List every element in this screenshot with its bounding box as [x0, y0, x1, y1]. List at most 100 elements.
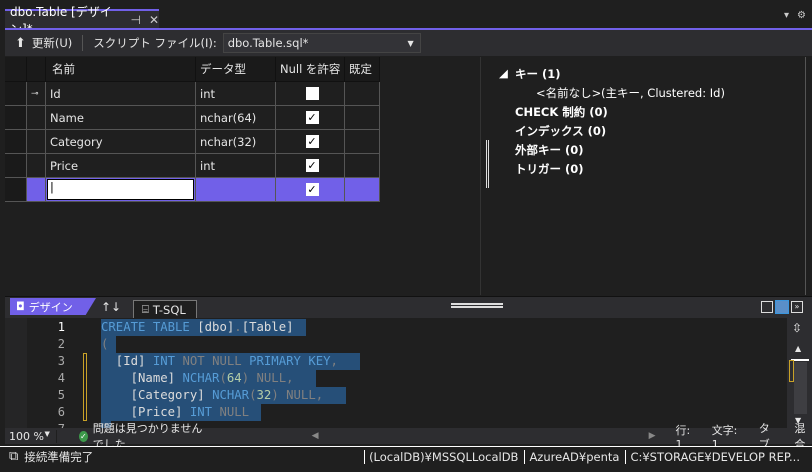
chevron-down-icon: ▼ — [407, 38, 414, 48]
chevron-down-icon[interactable]: ▾ — [784, 10, 789, 21]
editor-status-bar: 100 % ▼ ✓ 問題は見つかりませんでした ◀ ▶ 行: 1 文字: 1 タブ… — [5, 422, 812, 451]
column-name-cell[interactable]: Id — [46, 82, 196, 106]
refresh-icon[interactable]: ⬆ — [15, 36, 26, 51]
vertical-split-icon[interactable] — [761, 301, 773, 313]
select-all-corner[interactable] — [5, 57, 27, 82]
data-type-cell[interactable]: int — [196, 154, 276, 178]
pane-splitter[interactable]: » — [5, 296, 812, 318]
column-name-cell[interactable]: Category — [46, 130, 196, 154]
data-type: int — [200, 86, 215, 101]
toolbar-separator — [82, 35, 84, 51]
tab-design[interactable]: ◘ デザイン — [10, 298, 96, 315]
designer-toolbar: ⬆ 更新(U) スクリプト ファイル(I): dbo.Table.sql* ▼ — [5, 30, 812, 56]
change-marker — [789, 360, 794, 382]
tree-foreign-keys[interactable]: 外部キー (0) — [515, 142, 584, 158]
code-line: ( — [101, 336, 116, 353]
allow-null-checkbox[interactable]: ✓ — [305, 183, 319, 196]
status-bar: ⧉ 接続準備完了 (LocalDB)¥MSSQLLocalDB AzureAD¥… — [0, 446, 812, 466]
tab-tsql[interactable]: ⌸ T-SQL — [133, 300, 197, 318]
tree-keys[interactable]: キー (1) — [515, 66, 561, 82]
script-file-select[interactable]: dbo.Table.sql* ▼ — [222, 33, 421, 53]
default-cell[interactable] — [345, 82, 380, 106]
allow-null-checkbox[interactable] — [305, 87, 319, 100]
scroll-right-icon[interactable]: ▶ — [649, 431, 656, 441]
default-cell[interactable] — [345, 130, 380, 154]
swap-panes-button[interactable]: ↑↓ — [101, 300, 121, 314]
data-type-cell[interactable] — [196, 178, 276, 202]
header-nullable[interactable]: Null を許容 — [276, 57, 345, 82]
check-circle-icon: ✓ — [78, 430, 88, 442]
column-name: Price — [50, 158, 79, 173]
default-cell[interactable] — [345, 106, 380, 130]
close-icon[interactable]: ✕ — [149, 13, 159, 27]
data-type: int — [200, 158, 215, 173]
header-name[interactable]: 名前 — [46, 57, 196, 82]
pin-icon[interactable]: ⊣ — [130, 13, 140, 27]
zoom-select[interactable]: 100 % ▼ — [5, 429, 57, 443]
allow-null-checkbox[interactable]: ✓ — [305, 111, 319, 124]
line-number: 1 — [57, 320, 65, 334]
resize-handle[interactable] — [486, 140, 489, 188]
data-type-cell[interactable]: int — [196, 82, 276, 106]
data-type-cell[interactable]: nchar(64) — [196, 106, 276, 130]
tab-design-label: デザイン — [28, 300, 73, 314]
panel-border — [805, 57, 806, 295]
key-icon: ⊸ — [27, 82, 46, 106]
column-name: Category — [50, 134, 103, 149]
scroll-up-icon[interactable]: ▲ — [795, 344, 801, 353]
data-type: nchar(32) — [200, 134, 257, 149]
line-number: 6 — [57, 405, 65, 419]
table-row[interactable]: Name nchar(64) ✓ — [5, 106, 380, 130]
zoom-value: 100 % — [9, 429, 44, 443]
collapse-pane-icon[interactable]: » — [791, 301, 803, 313]
scroll-left-icon[interactable]: ◀ — [312, 431, 319, 441]
tree-triggers[interactable]: トリガー (0) — [515, 161, 584, 177]
tree-key-name[interactable]: <名前なし> — [536, 85, 601, 101]
default-cell[interactable] — [345, 178, 380, 202]
default-cell[interactable] — [345, 154, 380, 178]
row-indicator — [27, 106, 46, 130]
tree-check[interactable]: CHECK 制約 (0) — [515, 104, 608, 120]
tree-expand-icon[interactable]: ◢ — [499, 66, 508, 80]
data-type-cell[interactable]: nchar(32) — [196, 130, 276, 154]
column-name-cell[interactable]: Price — [46, 154, 196, 178]
status-ready: 接続準備完了 — [24, 449, 94, 464]
split-editor-icon[interactable]: ⇳ — [792, 321, 802, 335]
row-header[interactable] — [5, 82, 27, 106]
allow-null-checkbox[interactable]: ✓ — [305, 159, 319, 172]
row-header[interactable] — [5, 130, 27, 154]
code-line: [Name] NCHAR(64) NULL, — [101, 370, 316, 387]
row-indicator — [27, 154, 46, 178]
column-name-input[interactable]: | — [47, 179, 194, 200]
allow-null-cell: ✓ — [276, 178, 345, 202]
row-header[interactable] — [5, 154, 27, 178]
gear-icon[interactable]: ⚙ — [797, 10, 806, 21]
header-type[interactable]: データ型 — [196, 57, 276, 82]
table-row[interactable]: Category nchar(32) ✓ — [5, 130, 380, 154]
allow-null-cell: ✓ — [276, 130, 345, 154]
table-row[interactable]: ⊸ Id int — [5, 82, 380, 106]
row-header[interactable] — [5, 106, 27, 130]
script-file-value: dbo.Table.sql* — [227, 36, 309, 50]
columns-grid: 名前 データ型 Null を許容 既定 ⊸ Id int Name nchar(… — [5, 57, 480, 295]
header-spacer — [27, 57, 46, 82]
table-row[interactable]: Price int ✓ — [5, 154, 380, 178]
document-tab[interactable]: dbo.Table [デザイン]* ⊣ ✕ — [5, 5, 159, 36]
column-name: Id — [50, 86, 61, 101]
column-name: Name — [50, 110, 84, 125]
table-row[interactable]: | ✓ — [5, 178, 380, 202]
row-header[interactable] — [5, 178, 27, 202]
header-default[interactable]: 既定 — [345, 57, 380, 82]
tree-indexes[interactable]: インデックス (0) — [515, 123, 606, 139]
data-type: nchar(64) — [200, 110, 257, 125]
horizontal-split-icon[interactable] — [775, 300, 789, 314]
refresh-button[interactable]: 更新(U) — [32, 35, 72, 51]
vertical-scrollbar[interactable]: ⇳ ▲ ▼ — [787, 318, 812, 428]
allow-null-checkbox[interactable]: ✓ — [305, 135, 319, 148]
column-name-cell[interactable]: Name — [46, 106, 196, 130]
splitter-grip[interactable] — [451, 303, 503, 308]
allow-null-cell — [276, 82, 345, 106]
scroll-thumb[interactable] — [794, 362, 807, 414]
column-name-cell[interactable]: | — [46, 178, 196, 202]
sql-editor[interactable]: 1234567 CREATE TABLE [dbo].[Table] ( [Id… — [5, 318, 787, 428]
